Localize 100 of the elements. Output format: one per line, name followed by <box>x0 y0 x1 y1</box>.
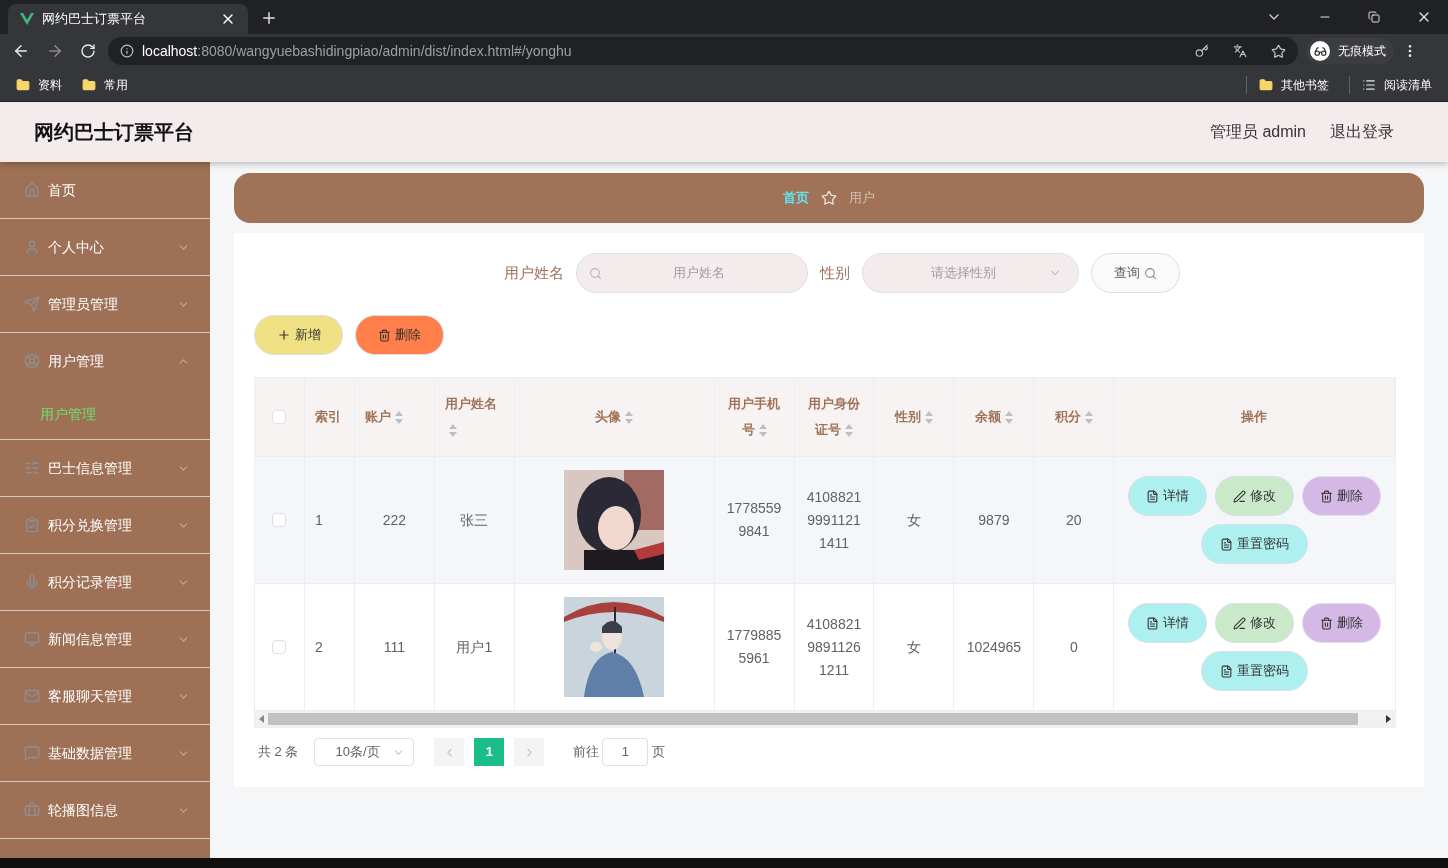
info-icon <box>120 44 134 58</box>
incognito-label: 无痕模式 <box>1338 43 1386 60</box>
column-header[interactable]: 用户身份证号 <box>804 391 864 443</box>
restore-icon[interactable] <box>1368 11 1380 23</box>
column-header[interactable]: 头像 <box>595 404 634 430</box>
search-icon <box>1144 266 1157 280</box>
bookmark-item[interactable]: 阅读清单 <box>1384 75 1432 94</box>
translate-icon[interactable] <box>1233 44 1247 58</box>
document-icon <box>1220 664 1234 678</box>
v-logo-icon <box>20 13 34 25</box>
browser-tab[interactable]: 网约巴士订票平台 <box>8 4 248 34</box>
row-action-button[interactable]: 详情 <box>1128 603 1208 643</box>
query-button[interactable]: 查询 <box>1091 253 1180 293</box>
row-action-button[interactable]: 详情 <box>1128 476 1208 516</box>
page-size-select[interactable]: 10条/页 <box>314 738 415 766</box>
horizontal-scrollbar[interactable] <box>255 710 1395 727</box>
folder-icon <box>82 77 96 92</box>
sort-icon[interactable] <box>845 424 853 438</box>
table-cell-text: 用户1 <box>456 637 493 657</box>
row-checkbox[interactable] <box>272 640 287 654</box>
chat-icon <box>24 745 40 761</box>
sidebar-item[interactable]: 积分兑换管理 <box>0 497 210 553</box>
logout-link[interactable]: 退出登录 <box>1330 120 1394 144</box>
page-input[interactable]: 1 <box>602 738 649 766</box>
person-icon <box>24 239 40 255</box>
pencil-icon <box>1233 489 1247 503</box>
column-header: 操作 <box>1241 408 1268 426</box>
sort-icon[interactable] <box>1004 411 1013 425</box>
row-action-button[interactable]: 删除 <box>1302 603 1382 643</box>
table-cell-text: 1 <box>314 510 323 530</box>
folder-icon <box>1259 77 1273 92</box>
incognito-badge[interactable]: 无痕模式 <box>1306 38 1394 64</box>
bookmark-item[interactable]: 其他书签 <box>1281 75 1329 94</box>
delete-button[interactable]: 删除 <box>355 315 444 355</box>
sort-icon[interactable] <box>394 411 403 425</box>
sidebar-item[interactable]: 新闻信息管理 <box>0 611 210 667</box>
gender-select[interactable]: 请选择性别 <box>862 253 1079 293</box>
star-icon[interactable] <box>1271 43 1286 59</box>
trash-icon <box>378 328 391 342</box>
sidebar-subitem[interactable]: 用户管理 <box>0 389 210 439</box>
sidebar-item[interactable]: 首页 <box>0 162 210 218</box>
list-icon <box>1362 77 1376 92</box>
sort-icon[interactable] <box>1084 411 1093 425</box>
trash-icon <box>1320 616 1334 630</box>
name-label: 用户姓名 <box>504 262 564 283</box>
reload-icon[interactable] <box>80 43 96 59</box>
page-button[interactable]: 1 <box>474 738 505 766</box>
address-bar[interactable]: localhost:8080/wangyuebashidingpiao/admin/dist/index.html#/yonghu <box>108 37 1298 65</box>
add-button[interactable]: 新增 <box>254 315 343 355</box>
new-tab-icon[interactable] <box>260 9 278 27</box>
sidebar-item[interactable]: 积分记录管理 <box>0 554 210 610</box>
total-count: 共 2 条 <box>258 743 299 762</box>
sidebar-item[interactable]: 基础数据管理 <box>0 725 210 781</box>
column-header[interactable]: 用户姓名 <box>444 391 504 443</box>
column-header[interactable]: 用户手机号 <box>724 391 784 443</box>
name-input[interactable]: 用户姓名 <box>602 263 795 283</box>
row-action-button[interactable]: 删除 <box>1302 476 1382 516</box>
envelope-icon <box>24 688 40 704</box>
back-icon[interactable] <box>12 42 30 60</box>
sort-icon[interactable] <box>448 424 457 438</box>
row-action-button[interactable]: 修改 <box>1215 476 1295 516</box>
document-icon <box>1146 616 1160 630</box>
sort-icon[interactable] <box>625 411 634 425</box>
incognito-icon <box>1310 41 1330 61</box>
document-icon <box>1146 489 1160 503</box>
column-header[interactable]: 积分 <box>1054 404 1093 430</box>
row-action-button[interactable]: 修改 <box>1215 603 1295 643</box>
sidebar-item[interactable]: 管理员管理 <box>0 276 210 332</box>
sidebar-item[interactable]: 客服聊天管理 <box>0 668 210 724</box>
row-action-button[interactable]: 重置密码 <box>1201 524 1309 564</box>
plus-icon <box>276 328 291 342</box>
sidebar-item[interactable]: 个人中心 <box>0 219 210 275</box>
sidebar-item[interactable]: 巴士信息管理 <box>0 440 210 496</box>
bookmark-item[interactable]: 资料 <box>38 75 62 94</box>
row-checkbox[interactable] <box>272 513 287 527</box>
sort-icon[interactable] <box>758 424 767 438</box>
column-header[interactable]: 余额 <box>974 404 1013 430</box>
forward-icon[interactable] <box>46 42 64 60</box>
key-icon[interactable] <box>1195 44 1209 58</box>
document-icon <box>1220 537 1234 551</box>
breadcrumb-item[interactable]: 首页 <box>783 188 809 208</box>
column-header[interactable]: 性别 <box>894 404 933 430</box>
page-unit-label: 页 <box>652 743 666 762</box>
sidebar-item[interactable]: 用户管理 <box>0 333 210 389</box>
scroll-left-icon[interactable] <box>259 715 264 723</box>
paper-plane-icon <box>24 296 40 312</box>
name-search-field[interactable]: 用户姓名 <box>576 253 808 293</box>
sort-icon[interactable] <box>924 411 933 425</box>
bookmark-item[interactable]: 常用 <box>104 75 128 94</box>
table-cell-text: 410882199911211411 <box>805 487 863 553</box>
row-action-button[interactable]: 重置密码 <box>1201 651 1309 691</box>
column-header[interactable]: 账户 <box>364 404 403 430</box>
breadcrumb-item[interactable]: 用户 <box>849 188 875 208</box>
briefcase-icon <box>24 802 40 818</box>
select-all-checkbox[interactable] <box>272 410 287 424</box>
scroll-right-icon[interactable] <box>1386 715 1391 723</box>
clipboard-check-icon <box>24 517 40 533</box>
pencil-icon <box>1233 616 1247 630</box>
table-cell-text: 2 <box>314 637 323 657</box>
sidebar-item[interactable]: 轮播图信息 <box>0 782 210 838</box>
